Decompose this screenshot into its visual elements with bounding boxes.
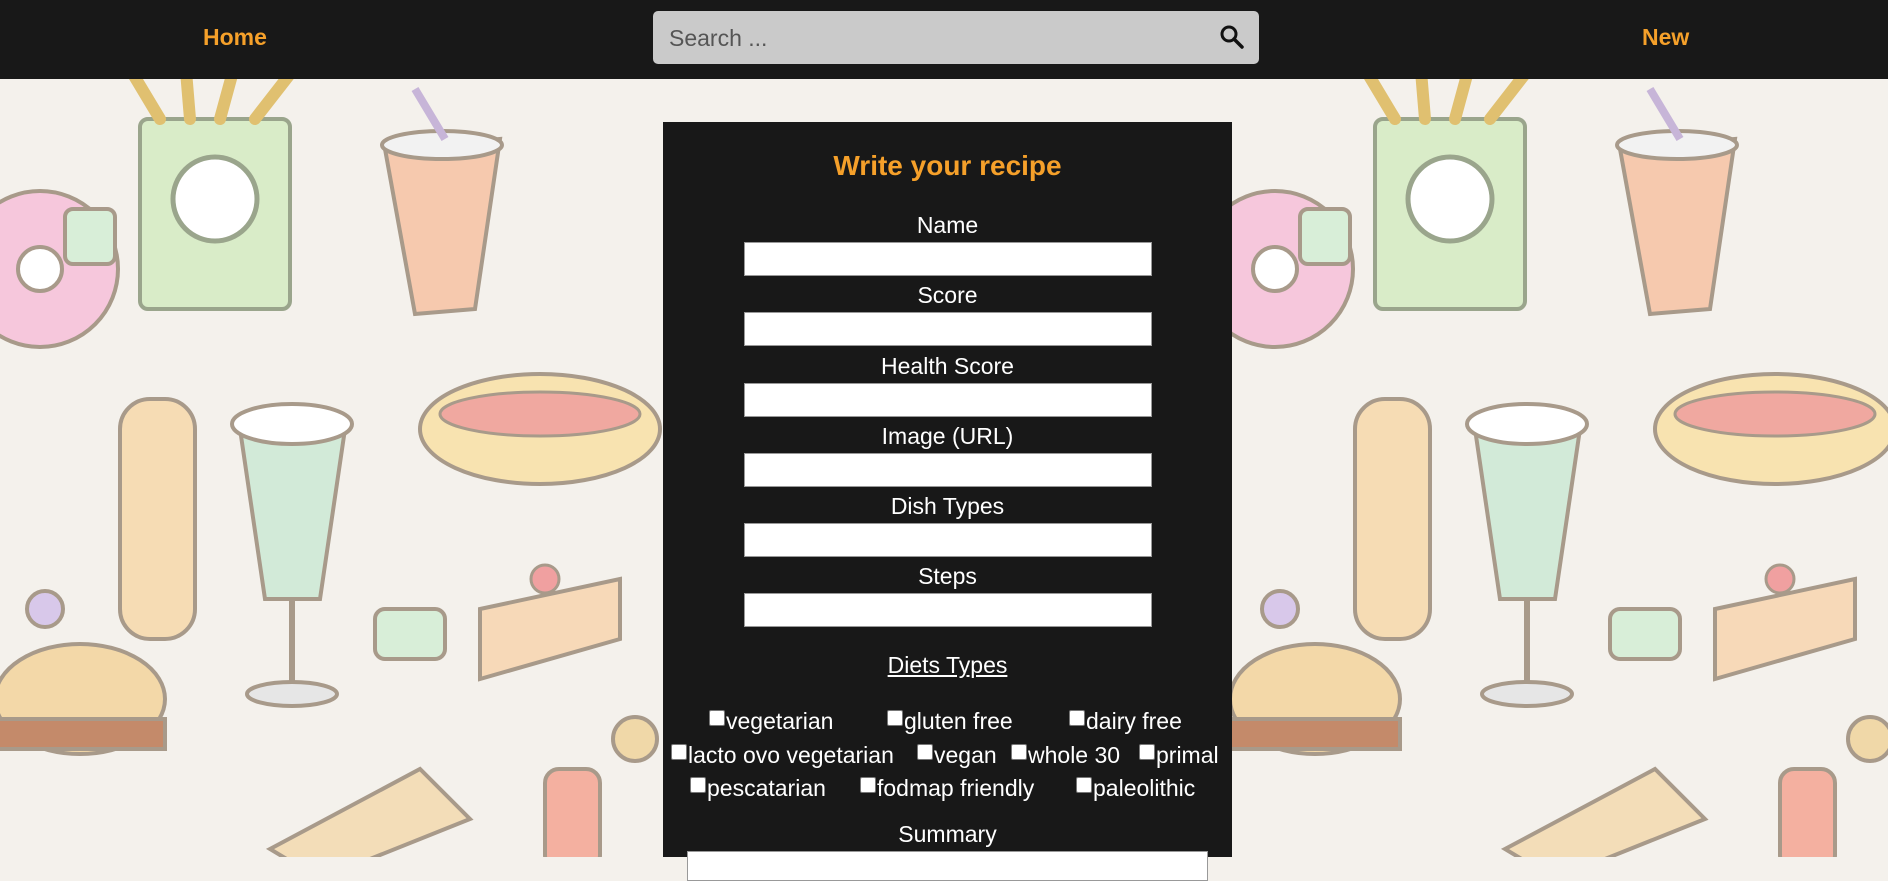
- steps-label: Steps: [918, 563, 977, 589]
- checkbox[interactable]: [1069, 709, 1085, 726]
- diet-checkbox-vegetarian[interactable]: vegetarian: [709, 708, 833, 735]
- diet-checkbox-vegan[interactable]: vegan: [917, 742, 997, 769]
- diet-checkbox-whole-30[interactable]: whole 30: [1011, 742, 1120, 769]
- score-label: Score: [917, 282, 978, 308]
- form-title: Write your recipe: [833, 150, 1062, 181]
- checkbox[interactable]: [1011, 743, 1027, 760]
- checkbox[interactable]: [690, 776, 706, 793]
- checkbox[interactable]: [860, 776, 876, 793]
- score-field[interactable]: [744, 312, 1152, 346]
- checkbox[interactable]: [1139, 743, 1155, 760]
- search-input[interactable]: [667, 19, 1211, 57]
- checkbox[interactable]: [1076, 776, 1092, 793]
- checkbox[interactable]: [709, 709, 725, 726]
- diet-checkbox-fodmap-friendly[interactable]: fodmap friendly: [860, 775, 1034, 802]
- top-nav-bar: Home New: [0, 0, 1888, 79]
- nav-home-link[interactable]: Home: [203, 24, 267, 51]
- diet-checkbox-gluten-free[interactable]: gluten free: [887, 708, 1013, 735]
- name-field[interactable]: [744, 242, 1152, 276]
- nav-new-link[interactable]: New: [1642, 24, 1689, 51]
- checkbox[interactable]: [671, 743, 687, 760]
- name-label: Name: [916, 212, 979, 238]
- health-score-label: Health Score: [881, 353, 1014, 379]
- diets-types-heading: Diets Types: [887, 652, 1008, 678]
- search-icon[interactable]: [1219, 24, 1245, 50]
- checkbox[interactable]: [917, 743, 933, 760]
- dish-types-field[interactable]: [744, 523, 1152, 557]
- dish-types-label: Dish Types: [890, 493, 1005, 519]
- diet-checkbox-paleolithic[interactable]: paleolithic: [1076, 775, 1195, 802]
- diet-checkbox-primal[interactable]: primal: [1139, 742, 1219, 769]
- diet-checkbox-lacto-ovo-vegetarian[interactable]: lacto ovo vegetarian: [671, 742, 894, 769]
- checkbox[interactable]: [887, 709, 903, 726]
- image-url-field[interactable]: [744, 453, 1152, 487]
- summary-field[interactable]: [687, 851, 1208, 881]
- summary-label: Summary: [898, 821, 997, 847]
- health-score-field[interactable]: [744, 383, 1152, 417]
- image-url-label: Image (URL): [881, 423, 1014, 449]
- recipe-form-panel: Write your recipe Name Score Health Scor…: [663, 122, 1232, 881]
- diet-checkbox-dairy-free[interactable]: dairy free: [1069, 708, 1182, 735]
- diet-checkbox-pescatarian[interactable]: pescatarian: [690, 775, 826, 802]
- search-box: [653, 11, 1259, 64]
- steps-field[interactable]: [744, 593, 1152, 627]
